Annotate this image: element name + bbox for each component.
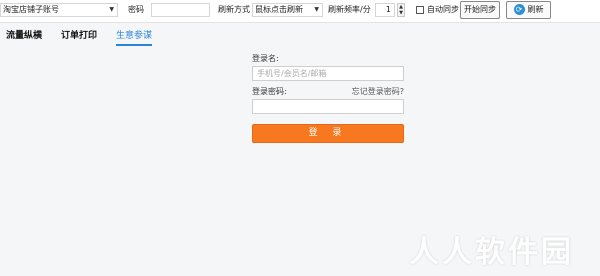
toolbar: 淘宝店铺子账号 ▼ 密码 刷新方式 鼠标点击刷新 ▼ 刷新频率/分 1 ▲ ▼ …	[0, 0, 600, 23]
login-password-label: 登录密码:	[252, 87, 287, 96]
refresh-button[interactable]: ⟳ 刷新	[506, 1, 551, 19]
stepper-down-icon[interactable]: ▼	[398, 10, 404, 16]
chevron-down-icon: ▼	[314, 6, 319, 13]
password-input[interactable]	[151, 3, 210, 17]
auto-sync-checkbox[interactable]	[416, 6, 424, 14]
start-sync-button[interactable]: 开始同步	[460, 1, 500, 19]
username-label: 登录名:	[252, 54, 279, 63]
refresh-rate-value: 1	[385, 5, 391, 14]
refresh-rate-input[interactable]: 1	[375, 3, 395, 17]
tab-business-advisor[interactable]: 生意参谋	[116, 30, 153, 46]
shop-account-select[interactable]: 淘宝店铺子账号 ▼	[0, 3, 118, 17]
refresh-rate-label: 刷新频率/分	[328, 5, 371, 14]
refresh-mode-value: 鼠标点击刷新	[255, 5, 303, 14]
password-label: 密码	[128, 5, 144, 14]
username-input[interactable]: 手机号/会员名/邮箱	[252, 66, 404, 81]
shop-account-text: 淘宝店铺子账号	[3, 5, 59, 14]
refresh-label: 刷新	[527, 5, 544, 14]
chevron-down-icon: ▼	[109, 6, 114, 13]
login-password-input[interactable]	[252, 99, 404, 114]
tab-order-print[interactable]: 订单打印	[61, 30, 97, 42]
start-sync-label: 开始同步	[464, 5, 496, 14]
refresh-rate-stepper[interactable]: ▲ ▼	[397, 3, 405, 17]
watermark: 人人软件园	[409, 235, 574, 270]
refresh-mode-select[interactable]: 鼠标点击刷新 ▼	[252, 3, 323, 17]
forgot-password-link[interactable]: 忘记登录密码?	[352, 87, 404, 97]
tab-bar: 流量纵横 订单打印 生意参谋	[0, 24, 600, 46]
login-button[interactable]: 登 录	[252, 124, 404, 143]
refresh-icon: ⟳	[513, 4, 525, 15]
auto-sync-label: 自动同步	[427, 5, 459, 14]
tab-traffic[interactable]: 流量纵横	[6, 30, 42, 42]
refresh-mode-label: 刷新方式	[218, 5, 250, 14]
login-form: 登录名: 手机号/会员名/邮箱 登录密码: 忘记登录密码? 登 录	[252, 54, 404, 143]
